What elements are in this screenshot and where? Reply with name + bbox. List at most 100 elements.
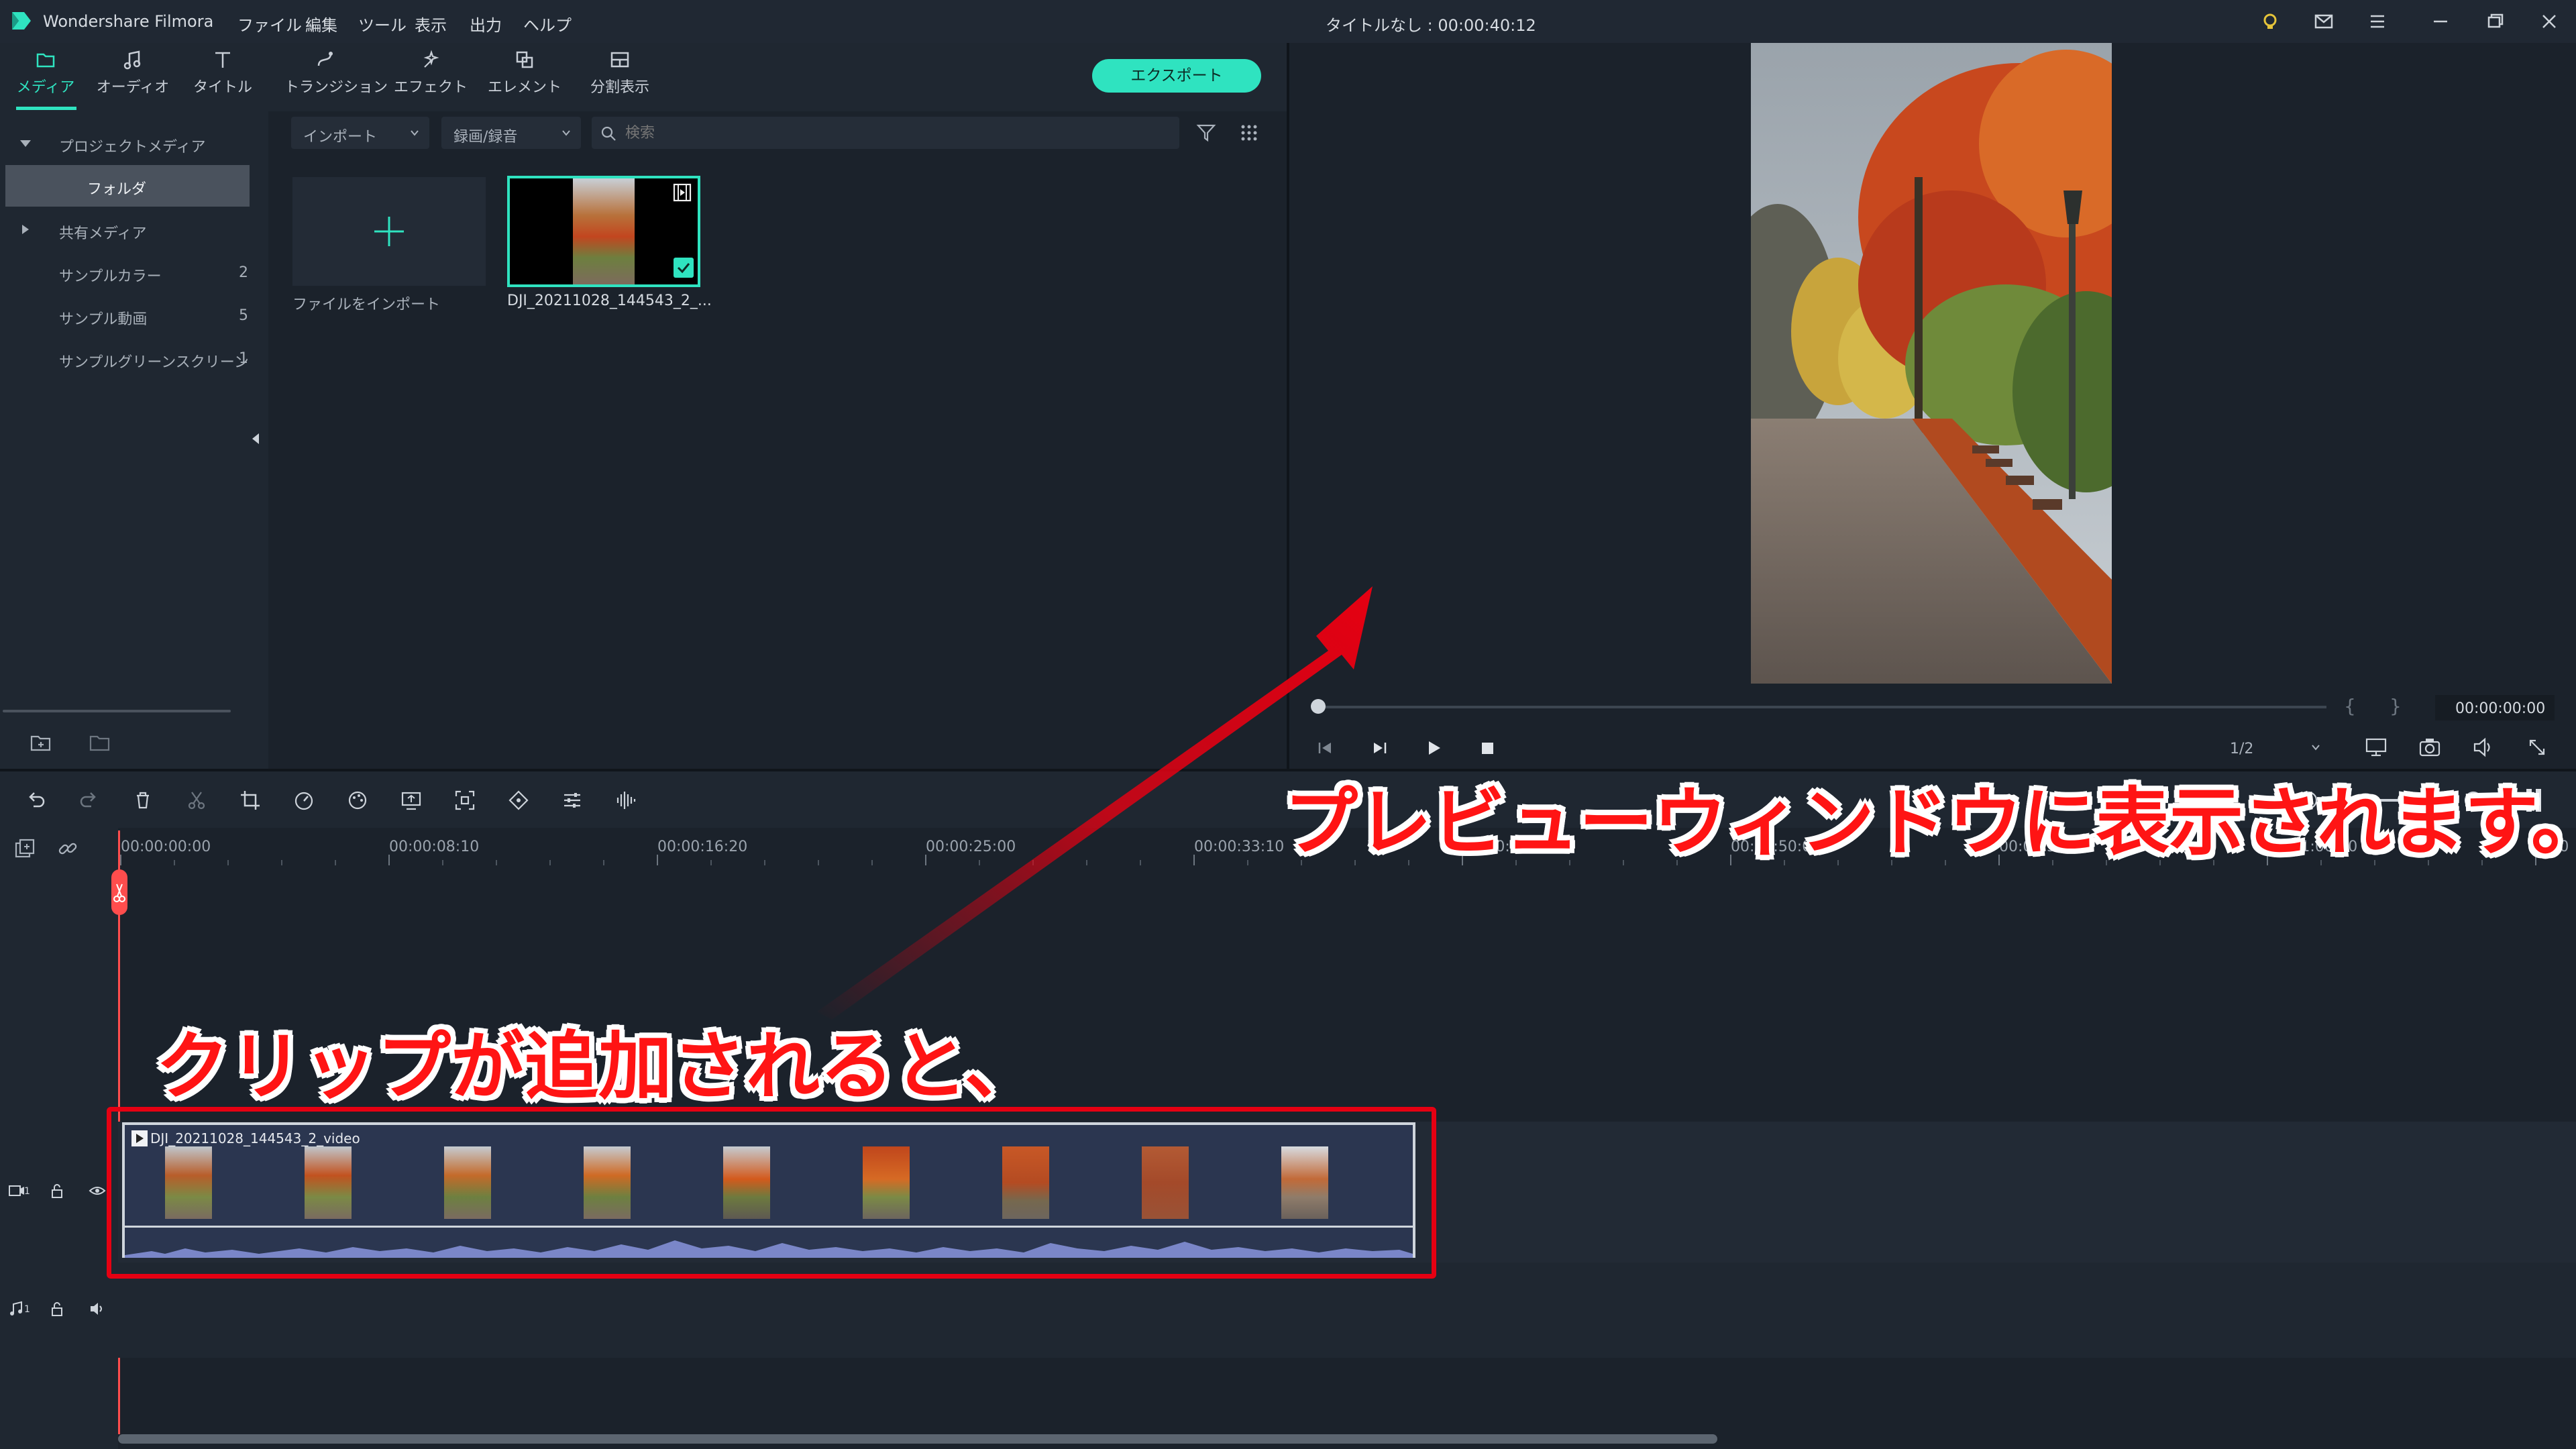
- camera-icon[interactable]: [2418, 735, 2442, 759]
- tab-effects[interactable]: エフェクト: [390, 43, 471, 111]
- fit-frame-icon[interactable]: [453, 789, 476, 812]
- record-dropdown-label: 録画/録音: [453, 129, 518, 146]
- sample-greenscreen-count: 1: [239, 350, 248, 367]
- folder-outline-icon[interactable]: [89, 731, 111, 754]
- music-note-icon: [10, 1301, 22, 1316]
- chevron-down-icon: [562, 130, 570, 136]
- menu-tools[interactable]: ツール: [358, 12, 407, 36]
- lightbulb-icon[interactable]: [2255, 7, 2285, 36]
- preview-timecode: 00:00:00:00: [2455, 700, 2546, 717]
- import-dropdown-label: インポート: [303, 129, 378, 146]
- export-button[interactable]: エクスポート: [1092, 59, 1261, 93]
- stop-icon[interactable]: [1477, 738, 1497, 758]
- playback-quality-value: 1/2: [2230, 741, 2254, 757]
- search-input[interactable]: [624, 122, 1163, 144]
- color-palette-icon[interactable]: [346, 789, 369, 812]
- chevron-down-icon: [411, 130, 419, 136]
- transition-icon: [317, 52, 333, 66]
- mark-in-icon[interactable]: {: [2344, 695, 2356, 717]
- checkmark-icon[interactable]: [674, 258, 694, 278]
- playback-quality-dropdown[interactable]: 1/2: [2220, 734, 2328, 762]
- sample-videos-label: サンプル動画: [59, 311, 148, 328]
- playhead-handle[interactable]: [111, 869, 127, 915]
- undo-icon[interactable]: [24, 789, 47, 812]
- app-name: Wondershare Filmora: [43, 12, 214, 31]
- redo-icon[interactable]: [78, 789, 101, 812]
- list-menu-icon[interactable]: [2363, 7, 2392, 36]
- fullscreen-icon[interactable]: [2525, 735, 2549, 759]
- audio-wave-icon[interactable]: [614, 789, 637, 812]
- record-dropdown[interactable]: 録画/録音: [441, 117, 581, 149]
- module-tab-bar: メディア オーディオ タイトル トランジション エフェクト エレメント 分割表示…: [0, 43, 1288, 111]
- media-clip-tile[interactable]: [507, 176, 700, 287]
- restore-icon[interactable]: [2481, 7, 2510, 36]
- sample-greenscreen-item[interactable]: サンプルグリーンスクリーン 1: [0, 338, 252, 380]
- library-scrollbar[interactable]: [3, 710, 231, 712]
- cut-icon[interactable]: [185, 789, 208, 812]
- search-box[interactable]: [592, 117, 1179, 149]
- ruler-label: 00:00:08:10: [389, 839, 480, 855]
- project-media-label: プロジェクトメディア: [59, 139, 206, 156]
- play-icon[interactable]: [1424, 738, 1444, 758]
- add-track-icon[interactable]: [13, 837, 36, 860]
- speed-icon[interactable]: [292, 789, 315, 812]
- preview-progress-track[interactable]: [1313, 706, 2326, 708]
- sample-greenscreen-label: サンプルグリーンスクリーン: [59, 354, 249, 371]
- collapse-panel-icon[interactable]: [251, 432, 260, 445]
- grid-view-icon[interactable]: [1238, 122, 1260, 144]
- import-tile[interactable]: [292, 177, 486, 286]
- close-icon[interactable]: [2534, 7, 2564, 36]
- minimize-icon[interactable]: [2426, 7, 2455, 36]
- tab-split-screen[interactable]: 分割表示: [580, 43, 660, 111]
- new-folder-icon[interactable]: [30, 731, 52, 754]
- link-icon[interactable]: [56, 837, 79, 860]
- ruler-label: 00:00:16:20: [657, 839, 748, 855]
- project-media-item[interactable]: プロジェクトメディア: [0, 123, 252, 164]
- menu-help[interactable]: ヘルプ: [523, 12, 572, 36]
- tab-media[interactable]: メディア: [5, 43, 86, 111]
- green-screen-icon[interactable]: [400, 789, 423, 812]
- media-clip-name: DJI_20211028_144543_2_...: [507, 292, 712, 309]
- shared-media-item[interactable]: 共有メディア: [0, 209, 252, 251]
- sample-colors-count: 2: [239, 264, 248, 281]
- volume-icon[interactable]: [2471, 735, 2496, 759]
- import-dropdown[interactable]: インポート: [291, 117, 429, 149]
- mail-icon[interactable]: [2309, 7, 2339, 36]
- lock-icon[interactable]: [48, 1300, 66, 1318]
- tab-titles[interactable]: タイトル: [182, 43, 263, 111]
- sample-colors-item[interactable]: サンプルカラー 2: [0, 252, 252, 294]
- menu-edit[interactable]: 編集: [305, 12, 337, 36]
- speaker-icon[interactable]: [89, 1300, 106, 1318]
- search-icon: [601, 126, 616, 141]
- tab-audio[interactable]: オーディオ: [93, 43, 173, 111]
- audio-track-number: 1: [24, 1304, 30, 1315]
- timecode-box: 00:00:00:00: [2435, 695, 2555, 720]
- active-tab-indicator: [16, 107, 76, 110]
- menu-file[interactable]: ファイル: [237, 12, 302, 36]
- timeline-horizontal-scrollbar[interactable]: [118, 1434, 1717, 1444]
- autumn-park-image: [1751, 43, 2112, 684]
- mark-out-icon[interactable]: }: [2390, 695, 2402, 717]
- tab-transitions[interactable]: トランジション: [284, 43, 388, 111]
- clip-annotation-text: クリップが追加されると、: [156, 1024, 1038, 1110]
- title-bar: Wondershare Filmora ファイル 編集 ツール 表示 出力 ヘル…: [0, 0, 2576, 43]
- lock-icon[interactable]: [48, 1182, 66, 1199]
- sample-colors-label: サンプルカラー: [59, 268, 162, 285]
- menu-output[interactable]: 出力: [470, 12, 502, 36]
- video-track-number: 1: [24, 1186, 30, 1197]
- tab-elements[interactable]: エレメント: [484, 43, 565, 111]
- delete-icon[interactable]: [131, 789, 154, 812]
- folder-item[interactable]: フォルダ: [5, 165, 250, 207]
- scissors-icon: [113, 883, 125, 902]
- filter-icon[interactable]: [1195, 122, 1217, 144]
- eye-icon[interactable]: [89, 1182, 106, 1199]
- tab-transitions-label: トランジション: [284, 79, 388, 96]
- plus-icon: [374, 217, 404, 246]
- adjust-icon[interactable]: [561, 789, 584, 812]
- folder-label: フォルダ: [87, 181, 147, 198]
- sample-videos-item[interactable]: サンプル動画 5: [0, 295, 252, 337]
- monitor-icon[interactable]: [2364, 735, 2388, 759]
- crop-icon[interactable]: [239, 789, 262, 812]
- menu-view[interactable]: 表示: [415, 12, 447, 36]
- keyframe-icon[interactable]: [507, 789, 530, 812]
